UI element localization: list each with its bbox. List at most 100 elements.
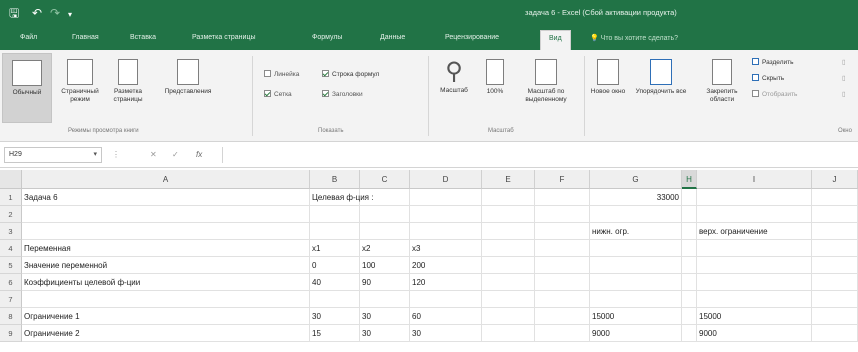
row-header-6[interactable]: 6: [0, 274, 22, 291]
cell-c2[interactable]: [360, 206, 410, 223]
formula-bar-checkbox[interactable]: Строка формул: [322, 70, 379, 79]
cell-h4[interactable]: [682, 240, 697, 257]
row-header-1[interactable]: 1: [0, 189, 22, 206]
row-header-8[interactable]: 8: [0, 308, 22, 325]
cell-d9[interactable]: 30: [410, 325, 482, 342]
zoom-selection-button[interactable]: Масштаб по выделенному: [516, 53, 576, 123]
spreadsheet-grid[interactable]: A B C D E F G H I J 1 Задача 6 Целевая ф-ция : 33000 2…: [0, 170, 858, 352]
cell-g7[interactable]: [590, 291, 682, 308]
cell-i1[interactable]: [697, 189, 812, 206]
cell-f2[interactable]: [535, 206, 590, 223]
cell-g9[interactable]: 9000: [590, 325, 682, 342]
cell-f6[interactable]: [535, 274, 590, 291]
cell-d3[interactable]: [410, 223, 482, 240]
cell-j4[interactable]: [812, 240, 858, 257]
cell-d6[interactable]: 120: [410, 274, 482, 291]
normal-view-button[interactable]: Обычный: [2, 53, 52, 123]
cell-g1[interactable]: 33000: [590, 189, 682, 206]
column-header-j[interactable]: J: [812, 170, 858, 189]
cell-j2[interactable]: [812, 206, 858, 223]
cell-e8[interactable]: [482, 308, 535, 325]
cell-h8[interactable]: [682, 308, 697, 325]
select-all-corner[interactable]: [0, 170, 22, 189]
undo-icon[interactable]: ↶: [32, 6, 42, 20]
chevron-down-icon[interactable]: ▾: [93, 150, 97, 158]
ruler-checkbox[interactable]: Линейка: [264, 70, 299, 79]
split-button[interactable]: Разделить: [752, 58, 793, 67]
page-layout-view-button[interactable]: Разметка страницы: [106, 53, 150, 123]
freeze-panes-button[interactable]: Закрепить области: [696, 53, 748, 123]
cell-h3[interactable]: [682, 223, 697, 240]
tell-me-box[interactable]: 💡 Что вы хотите сделать?: [590, 34, 678, 42]
cell-i6[interactable]: [697, 274, 812, 291]
row-header-3[interactable]: 3: [0, 223, 22, 240]
column-header-i[interactable]: I: [697, 170, 812, 189]
cell-e5[interactable]: [482, 257, 535, 274]
side-by-side-icon[interactable]: ▯: [842, 58, 846, 67]
cell-h6[interactable]: [682, 274, 697, 291]
cell-j9[interactable]: [812, 325, 858, 342]
cell-h2[interactable]: [682, 206, 697, 223]
cell-d8[interactable]: 60: [410, 308, 482, 325]
cell-d2[interactable]: [410, 206, 482, 223]
cell-j6[interactable]: [812, 274, 858, 291]
cell-h5[interactable]: [682, 257, 697, 274]
cell-j1[interactable]: [812, 189, 858, 206]
cell-a5[interactable]: Значение переменной: [22, 257, 310, 274]
cell-a8[interactable]: Ограничение 1: [22, 308, 310, 325]
hide-button[interactable]: Скрыть: [752, 74, 784, 83]
cell-f8[interactable]: [535, 308, 590, 325]
cell-h7[interactable]: [682, 291, 697, 308]
cell-f7[interactable]: [535, 291, 590, 308]
cell-e2[interactable]: [482, 206, 535, 223]
cell-b1[interactable]: Целевая ф-ция :: [310, 189, 373, 206]
cell-c8[interactable]: 30: [360, 308, 410, 325]
formula-input[interactable]: [222, 147, 854, 163]
redo-icon[interactable]: ↷: [50, 6, 60, 20]
cell-g6[interactable]: [590, 274, 682, 291]
cell-b9[interactable]: 15: [310, 325, 360, 342]
cell-h1[interactable]: [682, 189, 697, 206]
cell-e7[interactable]: [482, 291, 535, 308]
cancel-formula-icon[interactable]: ✕: [150, 150, 157, 159]
cell-b8[interactable]: 30: [310, 308, 360, 325]
column-header-a[interactable]: A: [22, 170, 310, 189]
cell-j7[interactable]: [812, 291, 858, 308]
cell-i5[interactable]: [697, 257, 812, 274]
cell-d5[interactable]: 200: [410, 257, 482, 274]
cell-j5[interactable]: [812, 257, 858, 274]
cell-i2[interactable]: [697, 206, 812, 223]
cell-c3[interactable]: [360, 223, 410, 240]
cell-e9[interactable]: [482, 325, 535, 342]
cell-c7[interactable]: [360, 291, 410, 308]
cell-d7[interactable]: [410, 291, 482, 308]
cell-g2[interactable]: [590, 206, 682, 223]
cell-a7[interactable]: [22, 291, 310, 308]
column-header-f[interactable]: F: [535, 170, 590, 189]
tab-data[interactable]: Данные: [380, 34, 405, 41]
cell-a1[interactable]: Задача 6: [22, 189, 310, 206]
column-header-b[interactable]: B: [310, 170, 360, 189]
column-header-e[interactable]: E: [482, 170, 535, 189]
cell-i7[interactable]: [697, 291, 812, 308]
enter-formula-icon[interactable]: ✓: [172, 150, 179, 159]
cell-b2[interactable]: [310, 206, 360, 223]
cell-f9[interactable]: [535, 325, 590, 342]
cell-b6[interactable]: 40: [310, 274, 360, 291]
cell-i9[interactable]: 9000: [697, 325, 812, 342]
row-header-4[interactable]: 4: [0, 240, 22, 257]
cell-e6[interactable]: [482, 274, 535, 291]
cell-f1[interactable]: [535, 189, 590, 206]
custom-views-button[interactable]: Представления: [154, 53, 222, 123]
cell-g3[interactable]: нижн. огр.: [590, 223, 682, 240]
tab-home[interactable]: Главная: [72, 34, 99, 41]
insert-function-icon[interactable]: fx: [196, 150, 202, 159]
cell-a2[interactable]: [22, 206, 310, 223]
tab-review[interactable]: Рецензирование: [445, 34, 499, 41]
headings-checkbox[interactable]: Заголовки: [322, 90, 363, 99]
cell-j8[interactable]: [812, 308, 858, 325]
gridlines-checkbox[interactable]: Сетка: [264, 90, 292, 99]
cell-b4[interactable]: x1: [310, 240, 360, 257]
cell-c5[interactable]: 100: [360, 257, 410, 274]
cell-a4[interactable]: Переменная: [22, 240, 310, 257]
